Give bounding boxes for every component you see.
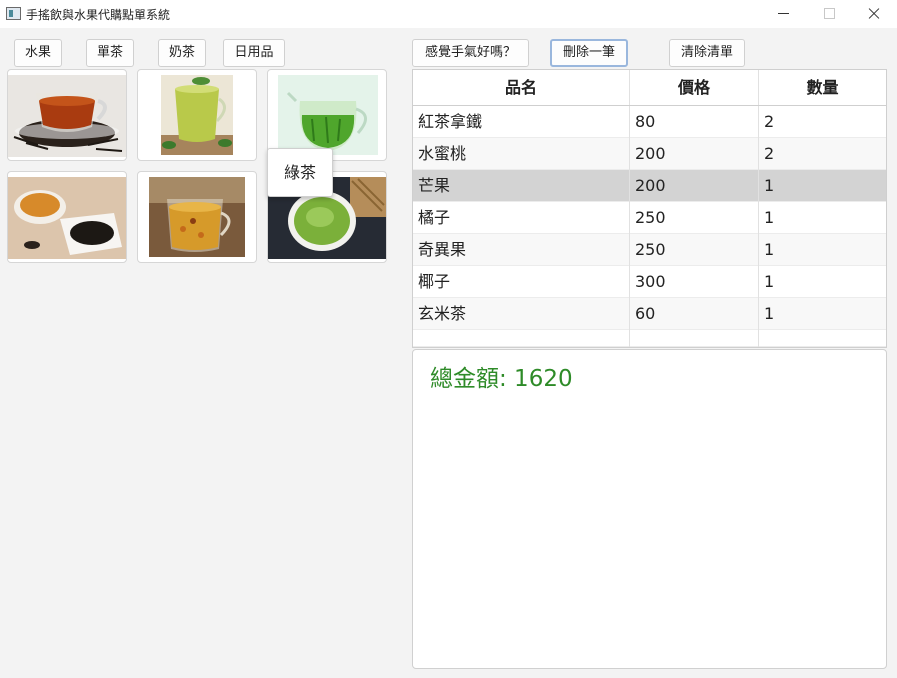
cell-price: 250: [629, 202, 758, 234]
clear-list-button[interactable]: 清除清單: [669, 39, 745, 67]
category-fruit-button[interactable]: 水果: [14, 39, 62, 67]
cell-quantity: 1: [758, 234, 886, 266]
cell-price: 60: [629, 298, 758, 330]
cell-name: 水蜜桃: [418, 144, 467, 163]
window-title: 手搖飲與水果代購點單系統: [26, 8, 171, 22]
close-icon[interactable]: [851, 0, 897, 28]
cell-name: 椰子: [418, 272, 451, 291]
total-amount: 總金額: 1620: [430, 366, 573, 392]
column-header-name[interactable]: 品名: [413, 70, 629, 105]
cell-price: 200: [629, 138, 758, 170]
app-icon: [6, 7, 21, 20]
tea-cup-and-leaves-photo: [8, 177, 126, 259]
table-row[interactable]: 橘子 250 1: [413, 202, 886, 234]
table-row-selected[interactable]: 芒果 200 1: [413, 170, 886, 202]
cell-name: 玄米茶: [418, 304, 467, 323]
cell-name: 橘子: [418, 208, 451, 227]
category-daily-goods-button[interactable]: 日用品: [223, 39, 285, 67]
maximize-icon[interactable]: [806, 0, 852, 28]
lucky-button[interactable]: 感覺手氣好嗎？: [412, 39, 529, 67]
cell-quantity: 1: [758, 266, 886, 298]
minimize-icon[interactable]: [760, 0, 806, 28]
column-header-quantity[interactable]: 數量: [758, 70, 886, 105]
table-row[interactable]: 水蜜桃 200 2: [413, 138, 886, 170]
cell-quantity: 1: [758, 202, 886, 234]
cell-name: 奇異果: [418, 240, 467, 259]
cell-quantity: 1: [758, 298, 886, 330]
cell-empty: [758, 330, 886, 347]
table-header: 品名 價格 數量: [413, 70, 886, 106]
product-tile-herbal-tea[interactable]: [137, 171, 257, 263]
order-table[interactable]: 品名 價格 數量 紅茶拿鐵 80 2 水蜜桃 200 2 芒果 200 1 橘子…: [412, 69, 887, 348]
cell-quantity: 2: [758, 106, 886, 138]
table-row[interactable]: 紅茶拿鐵 80 2: [413, 106, 886, 138]
cell-name: 芒果: [418, 176, 451, 195]
column-header-price[interactable]: 價格: [629, 70, 758, 105]
green-tea-jug-photo: [278, 75, 378, 155]
table-row[interactable]: 奇異果 250 1: [413, 234, 886, 266]
cell-price: 80: [629, 106, 758, 138]
cell-quantity: 1: [758, 170, 886, 202]
cell-price: 200: [629, 170, 758, 202]
product-tile-black-tea[interactable]: [7, 69, 127, 161]
table-row-empty: [413, 330, 886, 347]
table-row[interactable]: 玄米茶 60 1: [413, 298, 886, 330]
cell-name: 紅茶拿鐵: [418, 112, 483, 131]
delete-one-button[interactable]: 刪除一筆: [550, 39, 628, 67]
cell-empty: [629, 330, 758, 347]
herbal-tea-mug-photo: [149, 177, 245, 257]
total-panel: 總金額: 1620: [412, 349, 887, 669]
cell-price: 250: [629, 234, 758, 266]
title-bar: 手搖飲與水果代購點單系統: [0, 0, 897, 28]
category-milk-tea-button[interactable]: 奶茶: [158, 39, 206, 67]
green-tea-glass-photo: [161, 75, 233, 155]
table-row[interactable]: 椰子 300 1: [413, 266, 886, 298]
category-single-tea-button[interactable]: 單茶: [86, 39, 134, 67]
product-tile-tea-leaves[interactable]: [7, 171, 127, 263]
product-tooltip: 綠茶: [267, 148, 333, 197]
cell-price: 300: [629, 266, 758, 298]
product-tile-green-tea-glass[interactable]: [137, 69, 257, 161]
cell-quantity: 2: [758, 138, 886, 170]
black-tea-cup-photo: [8, 75, 126, 157]
